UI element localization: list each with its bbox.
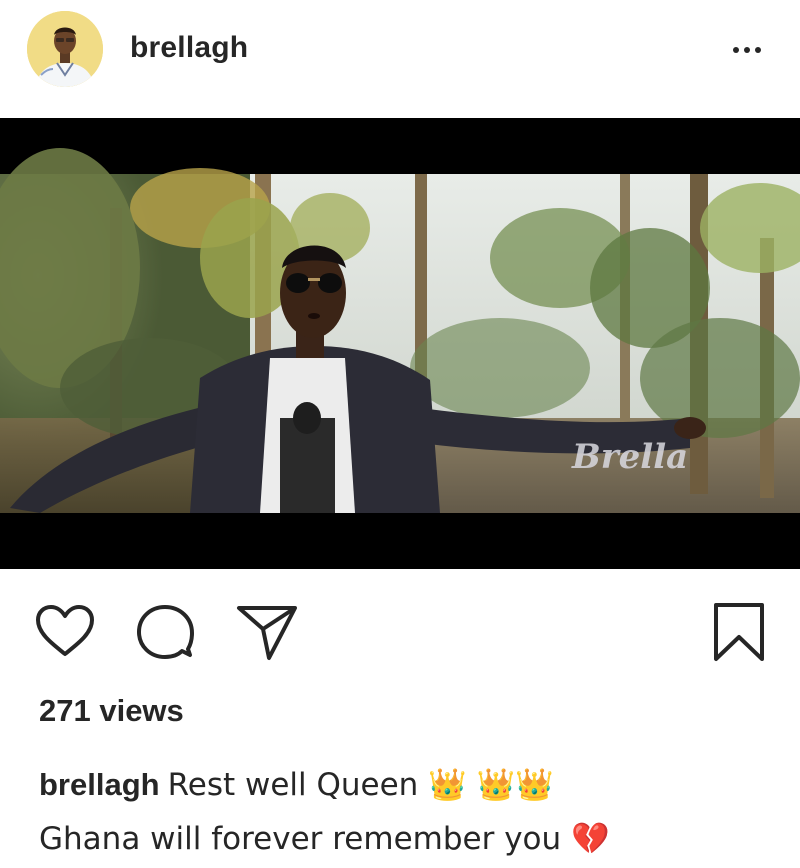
post-action-bar (0, 569, 800, 689)
video-frame: Brella (0, 118, 800, 569)
more-options-button[interactable] (724, 38, 770, 62)
caption-username[interactable]: brellagh (39, 767, 160, 802)
post-username[interactable]: brellagh (130, 31, 248, 65)
heart-icon (36, 605, 94, 656)
caption-text-line-2: Ghana will forever remember you 💔 (39, 821, 610, 857)
view-count: 271 views (39, 693, 184, 728)
paper-plane-icon (237, 606, 297, 660)
save-button[interactable] (712, 601, 766, 663)
caption-line-1: brellagh Rest well Queen 👑 👑👑 (39, 758, 779, 812)
share-button[interactable] (236, 605, 298, 661)
comment-button[interactable] (136, 603, 194, 661)
caption-text-line-1: Rest well Queen 👑 👑👑 (167, 767, 554, 803)
bookmark-icon (714, 603, 764, 661)
post-header: brellagh (0, 0, 800, 118)
avatar[interactable] (27, 11, 103, 87)
comment-icon (137, 605, 194, 659)
instagram-post: brellagh Brella 271 views brellagh Rest … (0, 0, 800, 868)
video-watermark: Brella (571, 437, 688, 477)
post-video[interactable]: Brella (0, 118, 800, 569)
more-dots-icon (733, 47, 739, 53)
like-button[interactable] (34, 603, 96, 659)
avatar-image (27, 11, 103, 87)
post-caption: brellagh Rest well Queen 👑 👑👑 Ghana will … (39, 758, 779, 866)
